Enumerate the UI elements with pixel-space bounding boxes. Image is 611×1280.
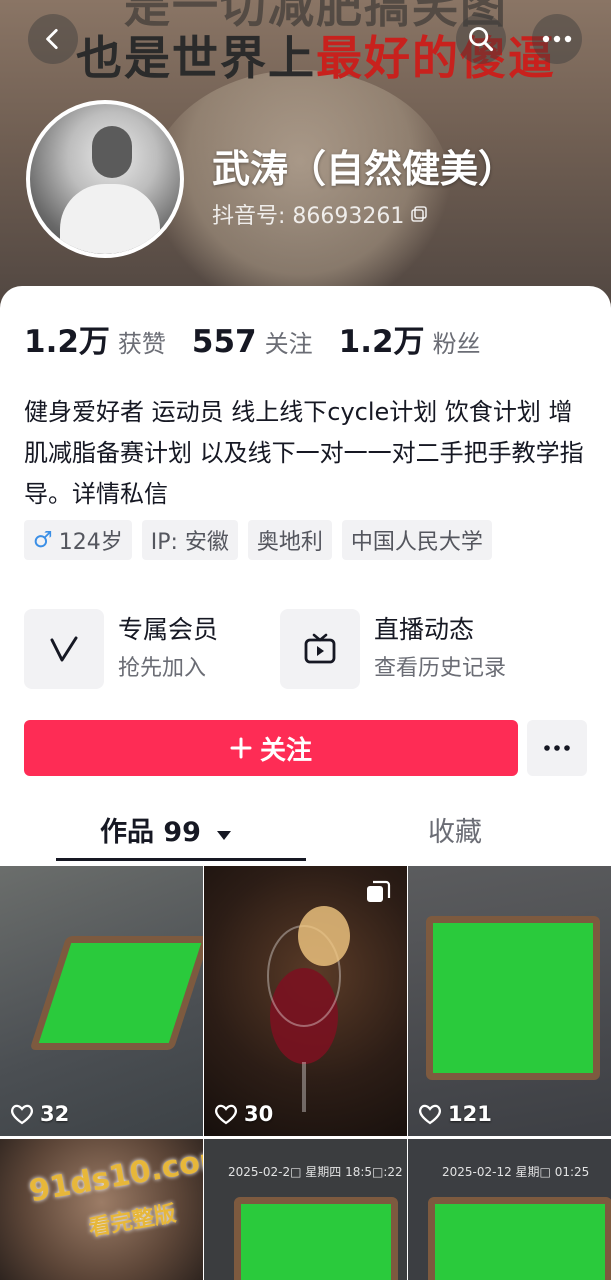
video-likes-count: 32 bbox=[40, 1102, 70, 1126]
douyin-id-text: 抖音号: 86693261 bbox=[212, 204, 405, 229]
avatar[interactable] bbox=[26, 100, 184, 258]
feature-vip-title: 专属会员 bbox=[118, 615, 219, 644]
cam-timestamp: 2025-02-2□ 星期四 18:5□:22 bbox=[228, 1165, 403, 1179]
watermark-text: 看完整版 bbox=[86, 1201, 178, 1242]
video-tile[interactable]: 32 bbox=[0, 866, 203, 1136]
douyin-id[interactable]: 抖音号: 86693261 bbox=[212, 198, 428, 230]
tab-active-indicator bbox=[56, 858, 306, 861]
live-icon-box bbox=[280, 609, 360, 689]
avatar-head bbox=[92, 126, 132, 178]
tag-age-text: 124岁 bbox=[58, 530, 123, 555]
copy-icon[interactable] bbox=[410, 205, 428, 223]
heart-icon bbox=[215, 1104, 237, 1125]
more-horizontal-icon bbox=[542, 35, 572, 43]
tag-school[interactable]: 中国人民大学 bbox=[341, 520, 492, 560]
video-tile[interactable]: 2025-02-2□ 星期四 18:5□:22 bbox=[204, 1139, 407, 1280]
more-horizontal-icon bbox=[544, 745, 570, 751]
stat-following-label[interactable]: 关注 bbox=[265, 324, 313, 359]
cam-timestamp: 2025-02-12 星期□ 01:25 bbox=[442, 1165, 590, 1179]
video-grid: 32 30 121 91ds10.com 看完整版 2025-02-2□ 星期四… bbox=[0, 866, 611, 1280]
tag-ip: IP: 安徽 bbox=[141, 520, 238, 560]
vip-icon-box bbox=[24, 609, 104, 689]
video-tile[interactable]: 91ds10.com 看完整版 bbox=[0, 1139, 203, 1280]
feature-live-subtitle: 查看历史记录 bbox=[374, 656, 507, 681]
wine-glass-image bbox=[267, 906, 350, 1112]
profile-nickname: 武涛（自然健美） bbox=[212, 147, 517, 191]
video-likes: 32 bbox=[10, 1102, 69, 1126]
video-tile[interactable]: 30 bbox=[204, 866, 407, 1136]
banner-caption-line2-b: 最好的傻逼 bbox=[316, 31, 556, 85]
video-likes: 121 bbox=[418, 1102, 492, 1126]
more-actions-button[interactable] bbox=[527, 720, 587, 776]
profile-card: 1.2万 获赞 557 关注 1.2万 粉丝 健身爱好者 运动员 线上线下cyc… bbox=[0, 286, 611, 1280]
video-likes-count: 121 bbox=[448, 1102, 492, 1126]
tab-works-label: 作品 99 bbox=[100, 817, 201, 848]
pool-table-image bbox=[29, 936, 203, 1050]
watermark-site: 91ds10.com bbox=[26, 1139, 203, 1210]
search-button[interactable] bbox=[456, 14, 506, 64]
tag-location: 奥地利 bbox=[247, 520, 332, 560]
stat-likes-value[interactable]: 1.2万 bbox=[24, 316, 110, 361]
banner-caption-line2-a: 也是世界上 bbox=[76, 31, 316, 85]
tab-works[interactable]: 作品 99 bbox=[100, 810, 232, 849]
stat-followers-label[interactable]: 粉丝 bbox=[433, 324, 481, 359]
plus-icon bbox=[230, 737, 252, 759]
stat-following-value[interactable]: 557 bbox=[192, 324, 257, 360]
feature-live-title: 直播动态 bbox=[374, 615, 475, 644]
video-likes-count: 30 bbox=[244, 1102, 274, 1126]
search-icon bbox=[469, 27, 494, 52]
more-options-button[interactable] bbox=[532, 14, 582, 64]
heart-icon bbox=[11, 1104, 33, 1125]
tag-age: ♂ 124岁 bbox=[24, 520, 132, 560]
video-tile[interactable]: 2025-02-12 星期□ 01:25 bbox=[408, 1139, 611, 1280]
pool-table-image bbox=[426, 916, 600, 1080]
avatar-shirt bbox=[60, 184, 160, 254]
heart-icon bbox=[419, 1104, 441, 1125]
tab-collect[interactable]: 收藏 bbox=[428, 810, 482, 849]
feature-live[interactable]: 直播动态 查看历史记录 bbox=[280, 609, 506, 689]
feature-vip[interactable]: 专属会员 抢先加入 bbox=[24, 609, 218, 689]
feature-vip-subtitle: 抢先加入 bbox=[118, 656, 207, 681]
profile-bio: 健身爱好者 运动员 线上线下cycle计划 饮食计划 增肌减脂备赛计划 以及线下… bbox=[24, 398, 584, 508]
profile-tags: ♂ 124岁 IP: 安徽 奥地利 中国人民大学 bbox=[24, 520, 492, 560]
vip-v-icon bbox=[50, 636, 78, 662]
chevron-left-icon bbox=[46, 28, 58, 50]
video-tile[interactable]: 121 bbox=[408, 866, 611, 1136]
video-likes: 30 bbox=[214, 1102, 273, 1126]
male-icon: ♂ bbox=[33, 527, 53, 553]
stat-followers-value[interactable]: 1.2万 bbox=[339, 316, 425, 361]
pool-table-image bbox=[234, 1197, 398, 1280]
follow-button-label: 关注 bbox=[259, 735, 312, 766]
back-button[interactable] bbox=[28, 14, 78, 64]
follow-button[interactable]: 关注 bbox=[24, 720, 518, 776]
caret-down-icon bbox=[217, 831, 232, 840]
tv-icon bbox=[304, 633, 336, 664]
stat-likes-label[interactable]: 获赞 bbox=[118, 324, 166, 359]
pool-table-image bbox=[428, 1197, 611, 1280]
profile-stats: 1.2万 获赞 557 关注 1.2万 粉丝 bbox=[24, 316, 507, 361]
